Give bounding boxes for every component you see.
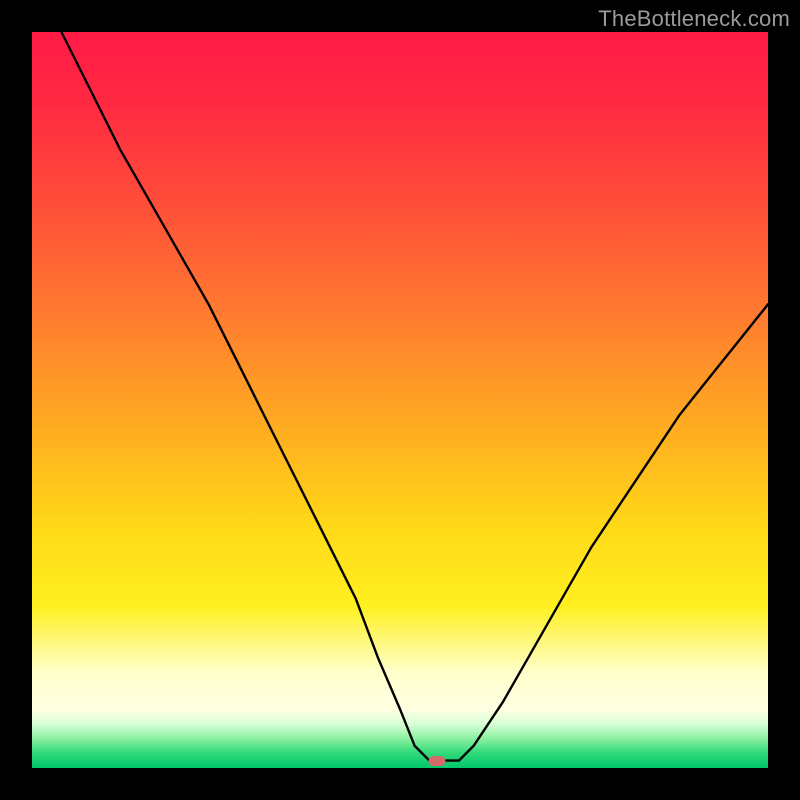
plot-area — [32, 32, 768, 768]
optimal-point-marker — [428, 756, 445, 766]
watermark-text: TheBottleneck.com — [598, 6, 790, 32]
chart-frame: TheBottleneck.com — [0, 0, 800, 800]
curve-path — [61, 32, 768, 761]
bottleneck-curve — [32, 32, 768, 768]
